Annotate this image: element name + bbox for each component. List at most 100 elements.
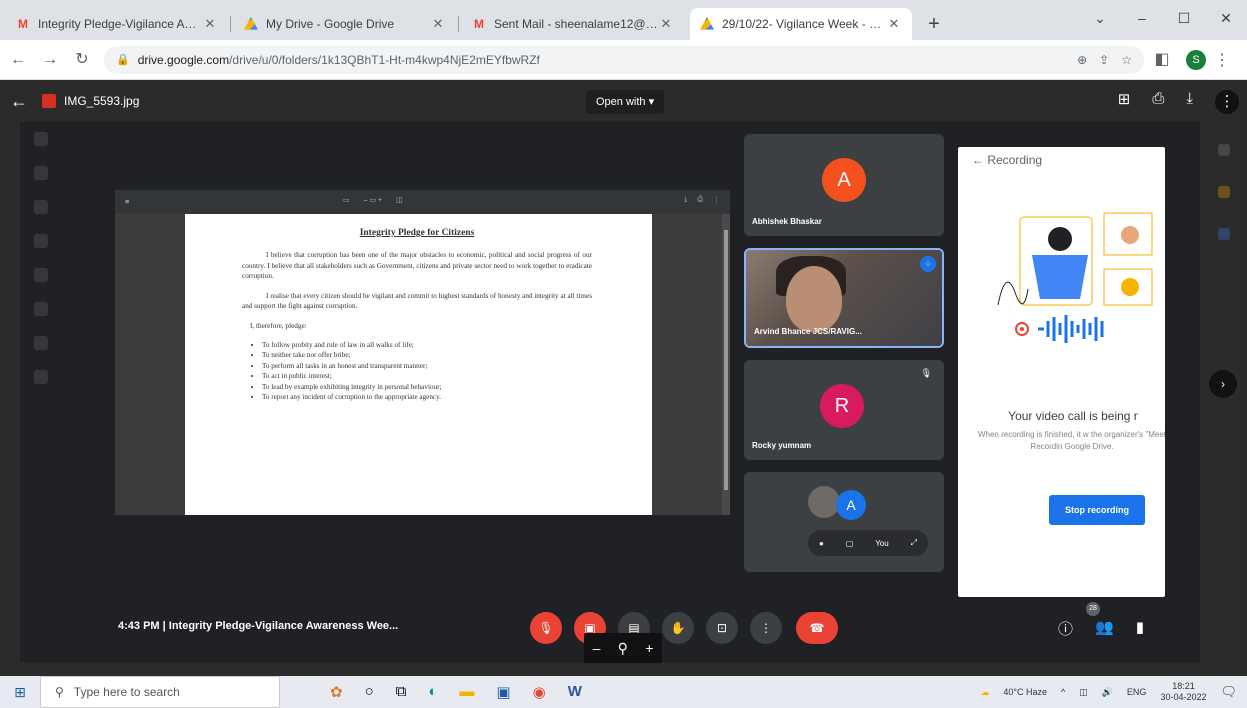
chat-icon: ▮ bbox=[1135, 619, 1144, 636]
pledge-item: To lead by example exhibiting integrity … bbox=[262, 382, 592, 392]
pdf-fit-icon: ◫ bbox=[396, 197, 403, 204]
edge-icon[interactable]: ◐ bbox=[428, 683, 437, 701]
faded-side-panel bbox=[1201, 122, 1247, 362]
pledge-paragraph: I believe that corruption has been one o… bbox=[242, 251, 592, 280]
lock-icon[interactable]: 🔒 bbox=[116, 53, 130, 66]
participant-avatar: A bbox=[836, 490, 866, 520]
new-tab-button[interactable]: + bbox=[920, 10, 948, 38]
clock[interactable]: 18:21 30-04-2022 bbox=[1160, 681, 1206, 703]
taskbar-search-box[interactable]: ⚲ Type here to search bbox=[40, 676, 280, 708]
pdf-page-indicator: ▭ bbox=[343, 197, 350, 204]
recording-panel: ← Recording Your video call is being r W… bbox=[958, 147, 1165, 597]
weather-icon: ☁ bbox=[980, 686, 990, 697]
chrome-icon[interactable]: ◉ bbox=[533, 683, 546, 701]
task-view-icon[interactable]: ⧉ bbox=[396, 683, 407, 701]
pledge-item: To neither take nor offer bribe; bbox=[262, 350, 592, 360]
browser-tab[interactable]: M Integrity Pledge-Vigilance Awar ✕ bbox=[6, 8, 231, 40]
faded-drive-nav bbox=[20, 122, 115, 502]
expand-icon: ⤢ bbox=[910, 538, 918, 547]
browser-tab-active[interactable]: 29/10/22- Vigilance Week - Goo ✕ bbox=[690, 8, 912, 40]
pdf-toolbar: ≡ ▭ – ▭ + ◫ ⤓ ⎙ ⋮ bbox=[115, 190, 730, 214]
people-icon: 👥 bbox=[1095, 619, 1114, 636]
share-icon[interactable]: ⇪ bbox=[1099, 53, 1109, 67]
word-icon[interactable]: W bbox=[568, 683, 582, 701]
drive-image-viewer: ← IMG_5593.jpg Open with ▾ ⊞ ⎙ ⤓ ⋮ ≡ ▭ – … bbox=[0, 80, 1247, 676]
participant-name: Rocky yumnam bbox=[752, 441, 812, 450]
viewer-top-bar: ← IMG_5593.jpg Open with ▾ ⊞ ⎙ ⤓ ⋮ bbox=[0, 80, 1247, 122]
mic-off-icon: ● bbox=[818, 538, 824, 548]
tab-title: My Drive - Google Drive bbox=[266, 17, 395, 31]
close-tab-icon[interactable]: ✕ bbox=[886, 16, 902, 32]
pledge-item: To follow probity and rule of law in all… bbox=[262, 340, 592, 350]
reload-icon[interactable]: ↻ bbox=[68, 46, 96, 74]
pdf-scrollbar bbox=[722, 214, 730, 515]
sidebar-icon[interactable]: ◧ bbox=[1148, 46, 1176, 74]
gmail-icon: M bbox=[474, 17, 484, 31]
close-tab-icon[interactable]: ✕ bbox=[430, 16, 446, 32]
pledge-title: Integrity Pledge for Citizens bbox=[359, 228, 475, 238]
url-path: /drive/u/0/folders/1k13QBhT1-Ht-m4kwp4Nj… bbox=[229, 52, 540, 67]
address-toolbar: ← → ↻ 🔒 drive.google.com /drive/u/0/fold… bbox=[0, 40, 1247, 80]
browser-tab[interactable]: My Drive - Google Drive ✕ bbox=[234, 8, 459, 40]
address-bar[interactable]: 🔒 drive.google.com /drive/u/0/folders/1k… bbox=[104, 45, 1144, 74]
tray-expand-icon[interactable]: ^ bbox=[1061, 687, 1065, 697]
add-comment-icon[interactable]: ⊞ bbox=[1118, 90, 1131, 114]
pdf-more-icon: ⋮ bbox=[713, 197, 720, 204]
zoom-icon[interactable]: ⊕ bbox=[1077, 53, 1087, 67]
mic-off-icon: 🎙 bbox=[530, 612, 562, 644]
participant-name: Abhishek Bhaskar bbox=[752, 217, 822, 226]
browser-tab[interactable]: M Sent Mail - sheenalame12@gm ✕ bbox=[462, 8, 684, 40]
search-placeholder: Type here to search bbox=[73, 685, 180, 699]
network-icon[interactable]: ◫ bbox=[1079, 687, 1088, 698]
close-tab-icon[interactable]: ✕ bbox=[658, 16, 674, 32]
recording-header: ← Recording bbox=[972, 153, 1043, 167]
store-icon[interactable]: ▣ bbox=[496, 683, 510, 701]
profile-avatar[interactable]: S bbox=[1186, 49, 1206, 70]
volume-icon[interactable]: 🔊 bbox=[1102, 687, 1113, 698]
clock-time: 18:21 bbox=[1172, 681, 1195, 691]
file-explorer-icon[interactable]: ▬ bbox=[459, 683, 474, 701]
pinned-app-icon[interactable]: ✿ bbox=[330, 683, 343, 701]
zoom-out-icon[interactable]: – bbox=[593, 640, 601, 656]
self-controls: ● ▢ You ⤢ bbox=[808, 530, 928, 556]
recording-message: Your video call is being r bbox=[1008, 409, 1138, 423]
windows-start-icon[interactable]: ⊞ bbox=[0, 684, 40, 701]
print-icon[interactable]: ⎙ bbox=[1152, 90, 1164, 114]
download-icon[interactable]: ⤓ bbox=[1186, 90, 1193, 114]
next-file-icon[interactable]: › bbox=[1209, 370, 1237, 398]
camera-off-icon: ▢ bbox=[845, 538, 854, 548]
tab-title: Integrity Pledge-Vigilance Awar bbox=[38, 17, 202, 31]
pledge-list: To follow probity and rule of law in all… bbox=[242, 340, 592, 402]
back-arrow-icon[interactable]: ← bbox=[4, 46, 32, 74]
pdf-print-icon: ⎙ bbox=[697, 196, 703, 203]
notification-icon[interactable]: 🗨 bbox=[1220, 684, 1237, 700]
pledge-intro: I, therefore, pledge: bbox=[250, 321, 307, 330]
back-arrow-icon[interactable]: ← bbox=[10, 91, 34, 112]
participant-avatar: A bbox=[822, 158, 866, 202]
recording-illustration bbox=[997, 212, 1153, 343]
zoom-search-icon[interactable]: ⚲ bbox=[618, 640, 628, 657]
close-tab-icon[interactable]: ✕ bbox=[202, 16, 218, 32]
cortana-icon[interactable]: ○ bbox=[365, 683, 374, 701]
image-file-icon bbox=[42, 94, 56, 108]
maximize-icon[interactable]: ☐ bbox=[1163, 4, 1205, 32]
pdf-zoom-controls: – ▭ + bbox=[363, 197, 383, 204]
forward-arrow-icon[interactable]: → bbox=[36, 46, 64, 74]
tab-search-icon[interactable]: ⌄ bbox=[1079, 4, 1121, 32]
zoom-in-icon[interactable]: + bbox=[645, 640, 653, 656]
taskbar-apps: ✿ ○ ⧉ ◐ ▬ ▣ ◉ W bbox=[330, 683, 582, 701]
close-window-icon[interactable]: ✕ bbox=[1205, 4, 1247, 32]
minimize-icon[interactable]: – bbox=[1121, 4, 1163, 32]
search-icon: ⚲ bbox=[55, 685, 64, 699]
pdf-download-icon: ⤓ bbox=[684, 196, 688, 203]
weather-text: 40°C Haze bbox=[1003, 687, 1047, 697]
present-icon: ⊡ bbox=[706, 612, 738, 644]
browser-menu-icon[interactable]: ⋮ bbox=[1214, 50, 1230, 70]
lang-indicator[interactable]: ENG bbox=[1127, 687, 1147, 697]
drive-icon bbox=[244, 17, 258, 30]
more-options-icon[interactable]: ⋮ bbox=[1215, 90, 1239, 114]
open-with-button[interactable]: Open with ▾ bbox=[586, 90, 665, 114]
recording-subtext: When recording is finished, it w the org… bbox=[977, 430, 1165, 451]
more-options-icon: ⋮ bbox=[750, 612, 782, 644]
bookmark-star-icon[interactable]: ☆ bbox=[1121, 53, 1132, 67]
